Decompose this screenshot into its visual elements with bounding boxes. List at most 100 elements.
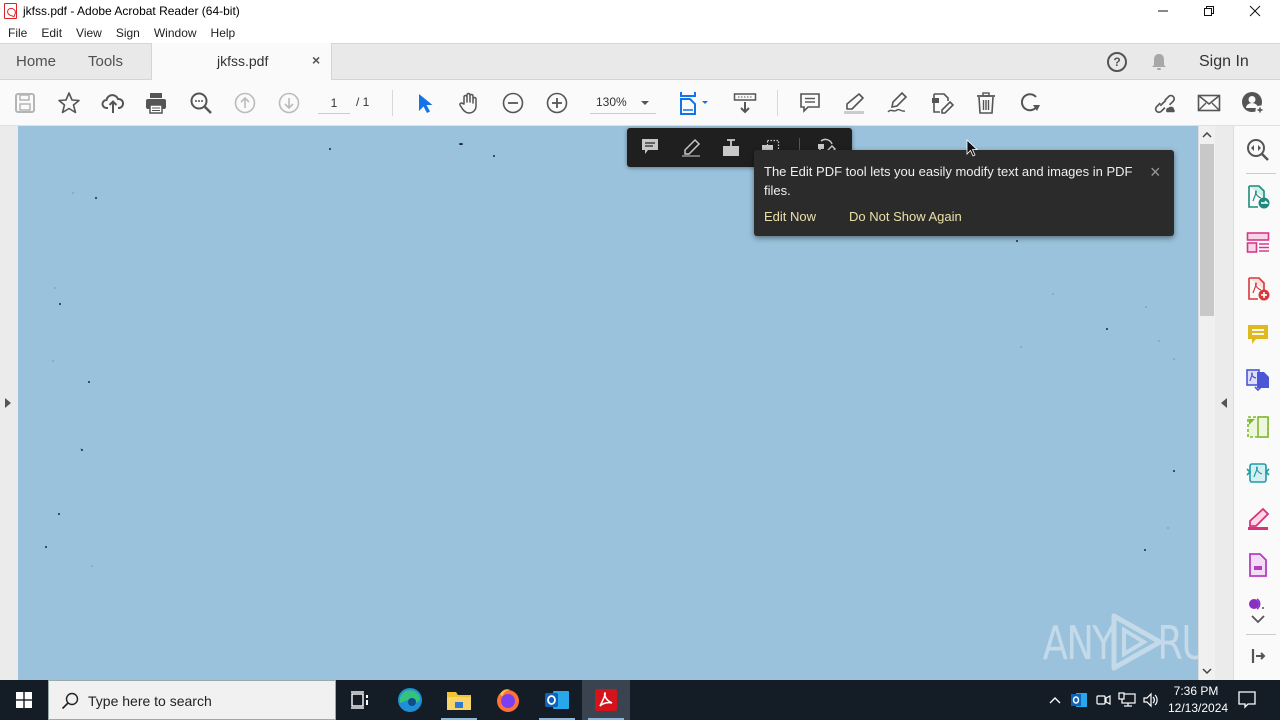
tab-tools[interactable]: Tools	[88, 53, 123, 70]
email-button[interactable]	[1197, 91, 1221, 115]
firefox-app-button[interactable]	[484, 680, 532, 720]
expand-left-pane-icon[interactable]	[5, 398, 11, 408]
scrollbar-thumb[interactable]	[1200, 144, 1214, 316]
comment-icon	[800, 93, 820, 113]
outlook-tray-button[interactable]	[1069, 690, 1089, 710]
highlight-button[interactable]	[842, 91, 866, 115]
outlook-app-button[interactable]	[533, 680, 581, 720]
menu-edit[interactable]: Edit	[41, 26, 62, 40]
combine-files-button[interactable]	[1246, 368, 1270, 392]
sign-in-button[interactable]: Sign In	[1199, 53, 1249, 71]
notifications-button[interactable]	[1150, 52, 1168, 72]
search-tools-button[interactable]	[1246, 138, 1270, 162]
quick-text-box-button[interactable]	[721, 138, 741, 158]
chevron-down-icon	[1202, 668, 1212, 674]
previous-page-button[interactable]	[233, 91, 257, 115]
tab-home[interactable]: Home	[16, 53, 56, 70]
menu-view[interactable]: View	[76, 26, 102, 40]
minimize-button[interactable]	[1140, 0, 1186, 22]
scroll-mode-button[interactable]	[733, 91, 757, 115]
bookmark-button[interactable]	[57, 91, 81, 115]
action-center-button[interactable]	[1232, 688, 1262, 712]
page-number-input[interactable]	[318, 92, 350, 114]
print-button[interactable]	[144, 91, 168, 115]
edit-pdf-button[interactable]	[930, 91, 954, 115]
text-box-icon	[723, 139, 739, 156]
zoom-level-dropdown[interactable]: 130%	[590, 92, 656, 114]
comment-button[interactable]	[798, 91, 822, 115]
fill-sign-button[interactable]	[1246, 507, 1270, 531]
close-window-button[interactable]	[1232, 0, 1278, 22]
page-speck	[1106, 328, 1108, 330]
pane-divider	[1246, 173, 1276, 174]
select-tool-button[interactable]	[413, 91, 437, 115]
system-clock[interactable]: 7:36 PM 12/13/2024	[1168, 683, 1228, 717]
share-link-button[interactable]	[1152, 91, 1176, 115]
export-pdf-icon	[1248, 185, 1270, 209]
tab-bar: Home Tools jkfss.pdf × ? Sign In	[0, 43, 1280, 80]
menu-bar: File Edit View Sign Window Help	[0, 22, 1280, 43]
save-button[interactable]	[13, 91, 37, 115]
main-toolbar: / 1 130%	[0, 80, 1280, 126]
collapse-right-pane-icon[interactable]	[1221, 398, 1227, 408]
close-tip-icon[interactable]: ×	[1150, 162, 1161, 183]
page-fit-button[interactable]	[678, 91, 712, 115]
taskbar-search-box[interactable]: Type here to search	[48, 680, 336, 720]
scroll-up-button[interactable]	[1199, 126, 1215, 144]
rotate-button[interactable]	[1018, 91, 1042, 115]
volume-tray-button[interactable]	[1141, 690, 1161, 710]
hand-tool-button[interactable]	[457, 91, 481, 115]
compress-pdf-button[interactable]	[1246, 415, 1270, 439]
comment-tool-button[interactable]	[1246, 323, 1270, 347]
zoom-in-icon	[546, 92, 568, 114]
find-button[interactable]	[189, 91, 213, 115]
zoom-out-icon	[502, 92, 524, 114]
edge-app-button[interactable]	[386, 680, 434, 720]
notification-icon	[1238, 691, 1256, 709]
sign-button[interactable]	[886, 91, 910, 115]
scan-ocr-button[interactable]	[1246, 461, 1270, 485]
tab-document[interactable]: jkfss.pdf ×	[151, 43, 332, 80]
zoom-in-button[interactable]	[545, 91, 569, 115]
add-user-button[interactable]	[1241, 91, 1265, 115]
share-link-icon	[1154, 94, 1175, 114]
menu-window[interactable]: Window	[154, 26, 197, 40]
highlight-icon	[682, 138, 701, 157]
network-tray-button[interactable]	[1117, 690, 1137, 710]
delete-button[interactable]	[974, 91, 998, 115]
outlook-icon	[545, 691, 569, 709]
upload-button[interactable]	[101, 91, 125, 115]
search-placeholder: Type here to search	[88, 693, 212, 709]
page-speck	[329, 148, 331, 150]
task-view-button[interactable]	[336, 680, 384, 720]
start-button[interactable]	[0, 680, 48, 720]
menu-sign[interactable]: Sign	[116, 26, 140, 40]
do-not-show-again-link[interactable]: Do Not Show Again	[849, 209, 962, 224]
page-speck	[1052, 293, 1054, 295]
restore-icon	[1204, 6, 1214, 16]
camera-tray-button[interactable]	[1093, 690, 1113, 710]
collapse-tools-pane-button[interactable]	[1246, 644, 1270, 668]
edit-now-link[interactable]: Edit Now	[764, 209, 816, 224]
quick-sticky-note-button[interactable]	[641, 138, 661, 158]
acrobat-app-button[interactable]	[582, 680, 630, 720]
create-pdf-button[interactable]	[1246, 277, 1270, 301]
protect-pdf-button[interactable]	[1246, 553, 1270, 577]
show-hidden-icons-button[interactable]	[1045, 690, 1065, 710]
menu-file[interactable]: File	[8, 26, 27, 40]
file-explorer-button[interactable]	[435, 680, 483, 720]
expand-tools-button[interactable]	[1246, 612, 1270, 626]
export-pdf-button[interactable]	[1246, 185, 1270, 209]
restore-button[interactable]	[1186, 0, 1232, 22]
next-page-button[interactable]	[277, 91, 301, 115]
zoom-out-button[interactable]	[501, 91, 525, 115]
organize-pages-button[interactable]	[1246, 231, 1270, 255]
close-tab-icon[interactable]: ×	[312, 52, 320, 68]
menu-help[interactable]: Help	[211, 26, 236, 40]
quick-highlight-button[interactable]	[681, 138, 701, 158]
more-tools-button[interactable]	[1246, 596, 1270, 610]
outlook-tray-icon	[1071, 693, 1087, 707]
scroll-down-button[interactable]	[1199, 662, 1215, 680]
vertical-scrollbar[interactable]	[1198, 126, 1215, 680]
help-button[interactable]: ?	[1107, 52, 1127, 72]
